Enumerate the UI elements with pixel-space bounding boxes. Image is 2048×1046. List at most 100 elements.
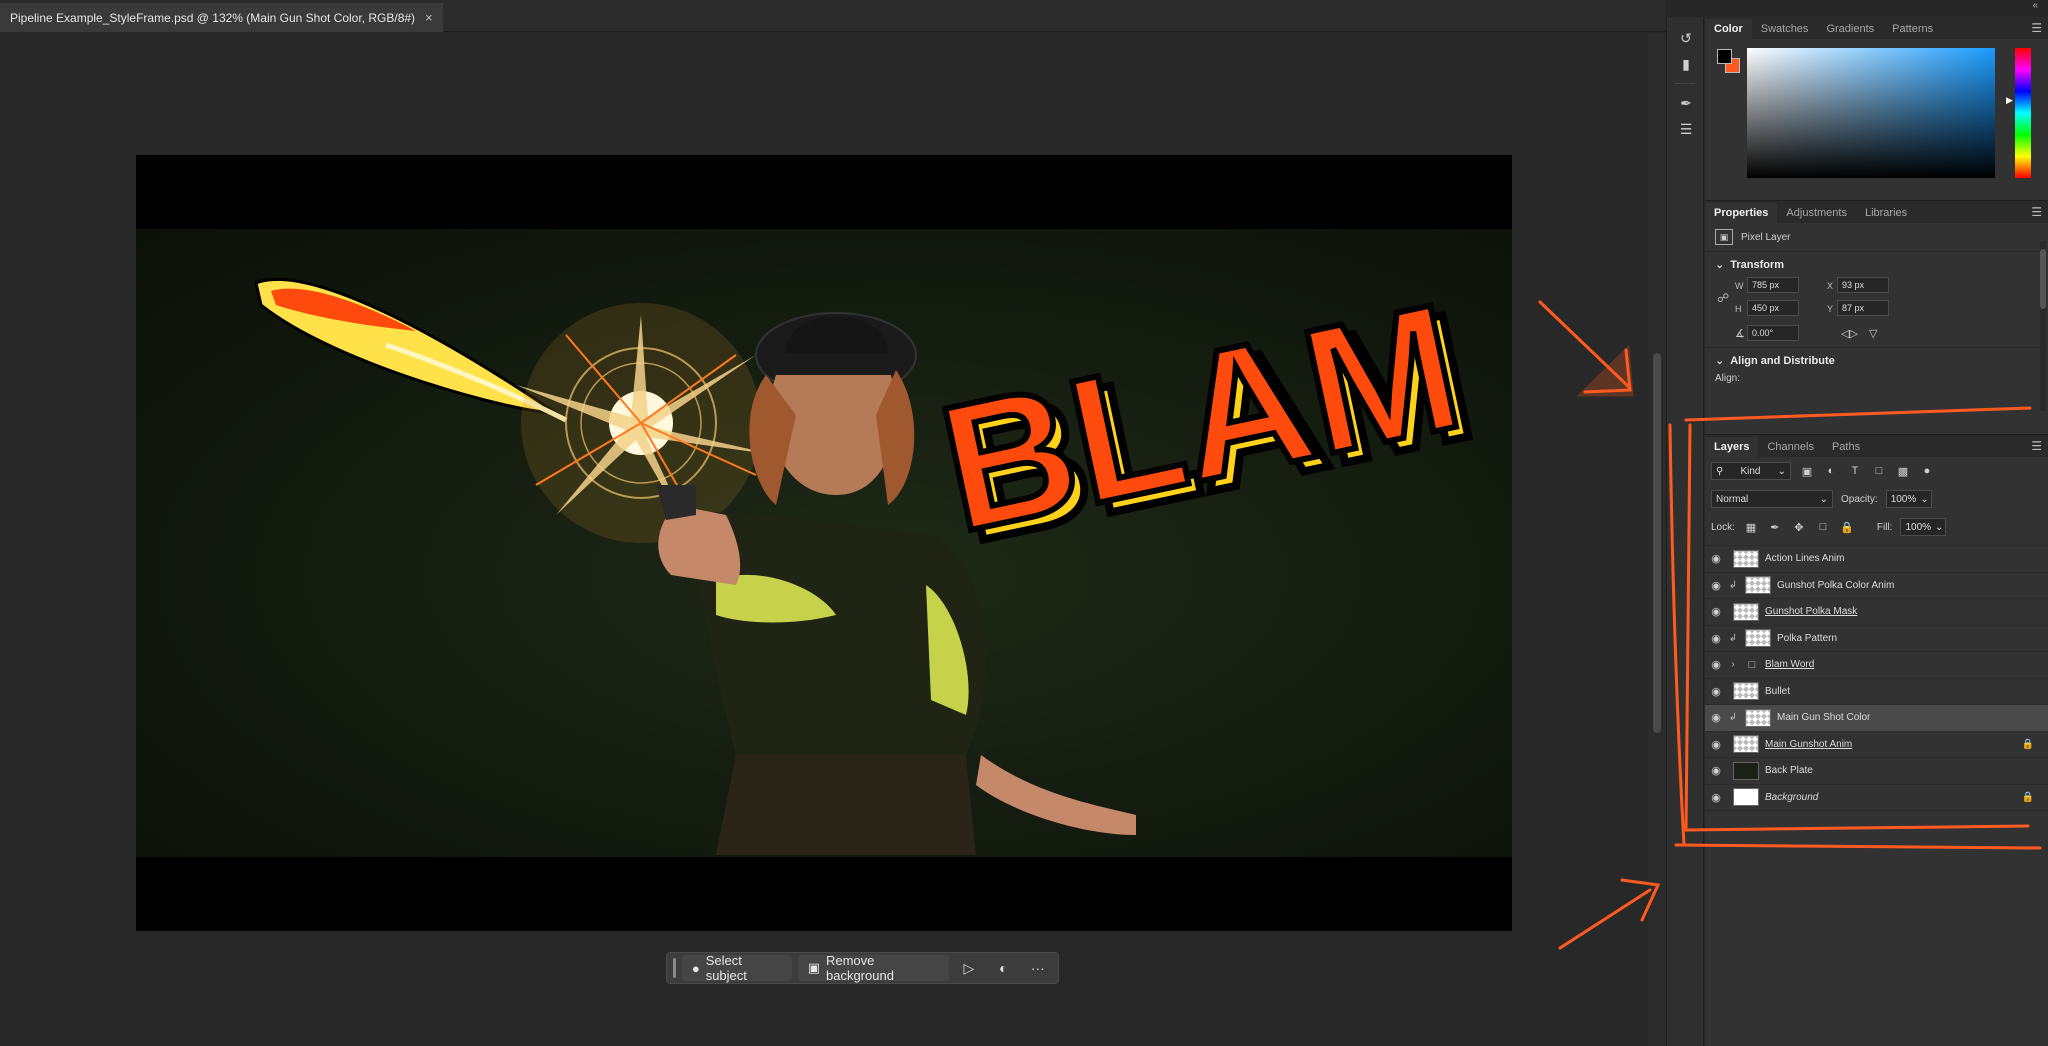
filter-type-icon[interactable]: T [1847, 465, 1863, 477]
history-icon[interactable]: ↺ [1667, 25, 1705, 51]
layer-name: Blam Word [1765, 659, 1815, 671]
taskbar-grip[interactable] [673, 958, 676, 978]
properties-panel-tabs: Properties Adjustments Libraries ☰ [1705, 201, 2048, 223]
angle-icon: ∡ [1735, 328, 1745, 340]
color-panel-tabs: Color Swatches Gradients Patterns ☰ [1705, 17, 2048, 39]
filter-pixel-icon[interactable]: ▣ [1799, 465, 1815, 478]
panel-menu-icon[interactable]: ☰ [2031, 205, 2042, 219]
lock-artboard-icon[interactable]: □ [1815, 521, 1831, 533]
hue-slider-arrow[interactable]: ▶ [2006, 95, 2013, 106]
select-subject-button[interactable]: ● Select subject [681, 953, 792, 983]
tab-adjustments[interactable]: Adjustments [1777, 203, 1856, 223]
tab-color[interactable]: Color [1705, 19, 1752, 39]
lock-transparent-icon[interactable]: ▦ [1743, 521, 1759, 534]
tab-paths[interactable]: Paths [1823, 437, 1869, 457]
flip-horizontal-icon[interactable]: ◁▷ [1841, 327, 1858, 340]
flip-vertical-icon[interactable]: ▽ [1869, 327, 1877, 340]
visibility-eye-icon[interactable]: ◉ [1705, 764, 1727, 777]
height-field[interactable]: 450 px [1747, 300, 1799, 316]
lock-all-icon[interactable]: 🔒 [1839, 521, 1855, 534]
properties-scrollbar[interactable] [2040, 241, 2046, 411]
layer-row[interactable]: ◉ Gunshot Polka Mask [1705, 599, 2048, 626]
foreground-color-swatch[interactable] [1717, 49, 1732, 64]
scrollbar-thumb[interactable] [1653, 353, 1661, 733]
filter-kind-value: Kind [1740, 465, 1761, 477]
filter-smart-object-icon[interactable]: ▩ [1895, 465, 1911, 478]
visibility-eye-icon[interactable]: ◉ [1705, 685, 1727, 698]
blend-mode-select[interactable]: Normal ⌄ [1711, 490, 1833, 508]
tab-properties[interactable]: Properties [1705, 203, 1778, 223]
visibility-eye-icon[interactable]: ◉ [1705, 658, 1727, 671]
x-field[interactable]: 93 px [1837, 277, 1889, 293]
chevron-down-icon: ⌄ [1715, 355, 1725, 367]
tab-layers[interactable]: Layers [1705, 437, 1759, 457]
filter-toggle-icon[interactable]: ● [1919, 465, 1935, 477]
layer-row[interactable]: ◉ Action Lines Anim [1705, 546, 2048, 573]
width-field[interactable]: 785 px [1747, 277, 1799, 293]
link-icon[interactable]: ☍ [1717, 291, 1729, 305]
lock-image-icon[interactable]: ✒ [1767, 521, 1783, 534]
visibility-eye-icon[interactable]: ◉ [1705, 605, 1727, 618]
layer-row-selected[interactable]: ◉ ↲ Main Gun Shot Color [1705, 705, 2048, 732]
layer-row[interactable]: ◉ Background 🔒 [1705, 785, 2048, 811]
panel-menu-icon[interactable]: ☰ [2031, 439, 2042, 453]
lock-position-icon[interactable]: ✥ [1791, 521, 1807, 534]
layer-row[interactable]: ◉ Main Gunshot Anim 🔒 [1705, 732, 2048, 758]
document-canvas[interactable]: BLAM BLAM [136, 155, 1512, 931]
angle-field[interactable]: 0.00° [1747, 325, 1799, 341]
filter-shape-icon[interactable]: □ [1871, 465, 1887, 477]
chevron-right-icon[interactable]: › [1727, 659, 1739, 670]
align-sub-label: Align: [1715, 373, 1741, 384]
collapse-panels-icon[interactable]: « [2032, 0, 2038, 11]
layer-thumbnail [1745, 708, 1771, 727]
lock-icon: 🔒 [2021, 738, 2034, 750]
document-tab[interactable]: Pipeline Example_StyleFrame.psd @ 132% (… [0, 3, 443, 32]
layer-name: Action Lines Anim [1765, 553, 1845, 565]
layer-row[interactable]: ◉ Bullet [1705, 679, 2048, 705]
visibility-eye-icon[interactable]: ◉ [1705, 552, 1727, 565]
search-icon: ⚲ [1716, 465, 1724, 477]
transform-icon[interactable]: ▷ [955, 955, 983, 981]
canvas-area[interactable]: BLAM BLAM ● Select subject ▣ Remove back… [0, 33, 1648, 1046]
layer-row[interactable]: ◉ ↲ Polka Pattern [1705, 626, 2048, 652]
lock-fill-row: Lock: ▦ ✒ ✥ □ 🔒 Fill: 100% ⌄ [1705, 513, 2048, 541]
fill-field[interactable]: 100% ⌄ [1900, 518, 1947, 536]
tab-libraries[interactable]: Libraries [1856, 203, 1916, 223]
remove-background-button[interactable]: ▣ Remove background [797, 953, 949, 983]
panel-menu-icon[interactable]: ☰ [2031, 21, 2042, 35]
layer-thumbnail [1733, 602, 1759, 621]
person-icon: ● [691, 960, 700, 976]
transform-section-header[interactable]: ⌄ Transform [1705, 251, 2048, 277]
y-field[interactable]: 87 px [1837, 300, 1889, 316]
opacity-field[interactable]: 100% ⌄ [1885, 490, 1932, 508]
brush-settings-icon[interactable]: ☰ [1667, 116, 1705, 142]
h-label: H [1735, 304, 1742, 314]
align-section-header[interactable]: ⌄ Align and Distribute [1705, 347, 2048, 373]
more-options-button[interactable]: ··· [1024, 955, 1052, 981]
lock-label: Lock: [1711, 521, 1735, 533]
tab-patterns[interactable]: Patterns [1883, 19, 1942, 39]
properties-scrollbar-thumb[interactable] [2040, 249, 2046, 309]
color-field[interactable] [1747, 48, 1995, 178]
filter-kind-select[interactable]: ⚲ Kind ⌄ [1711, 462, 1791, 480]
visibility-eye-icon[interactable]: ◉ [1705, 791, 1727, 804]
comments-icon[interactable]: ▮ [1667, 51, 1705, 77]
hue-slider[interactable] [2015, 48, 2031, 178]
layer-row[interactable]: ◉ Back Plate [1705, 758, 2048, 785]
close-icon[interactable]: × [425, 10, 433, 25]
visibility-eye-icon[interactable]: ◉ [1705, 632, 1727, 645]
adjustment-icon[interactable]: ◐ [989, 955, 1017, 981]
visibility-eye-icon[interactable]: ◉ [1705, 738, 1727, 751]
tab-swatches[interactable]: Swatches [1752, 19, 1818, 39]
canvas-vertical-scrollbar[interactable] [1648, 33, 1666, 1046]
brush-icon[interactable]: ✒ [1667, 90, 1705, 116]
visibility-eye-icon[interactable]: ◉ [1705, 579, 1727, 592]
filter-adjustment-icon[interactable]: ◐ [1823, 465, 1839, 477]
chevron-down-icon: ⌄ [1935, 521, 1944, 533]
layer-row[interactable]: ◉ ↲ Gunshot Polka Color Anim [1705, 573, 2048, 599]
panel-collapse-bar: « [1666, 0, 2048, 16]
layer-row[interactable]: ◉ › □ Blam Word [1705, 652, 2048, 679]
visibility-eye-icon[interactable]: ◉ [1705, 711, 1727, 724]
tab-gradients[interactable]: Gradients [1817, 19, 1883, 39]
tab-channels[interactable]: Channels [1758, 437, 1822, 457]
